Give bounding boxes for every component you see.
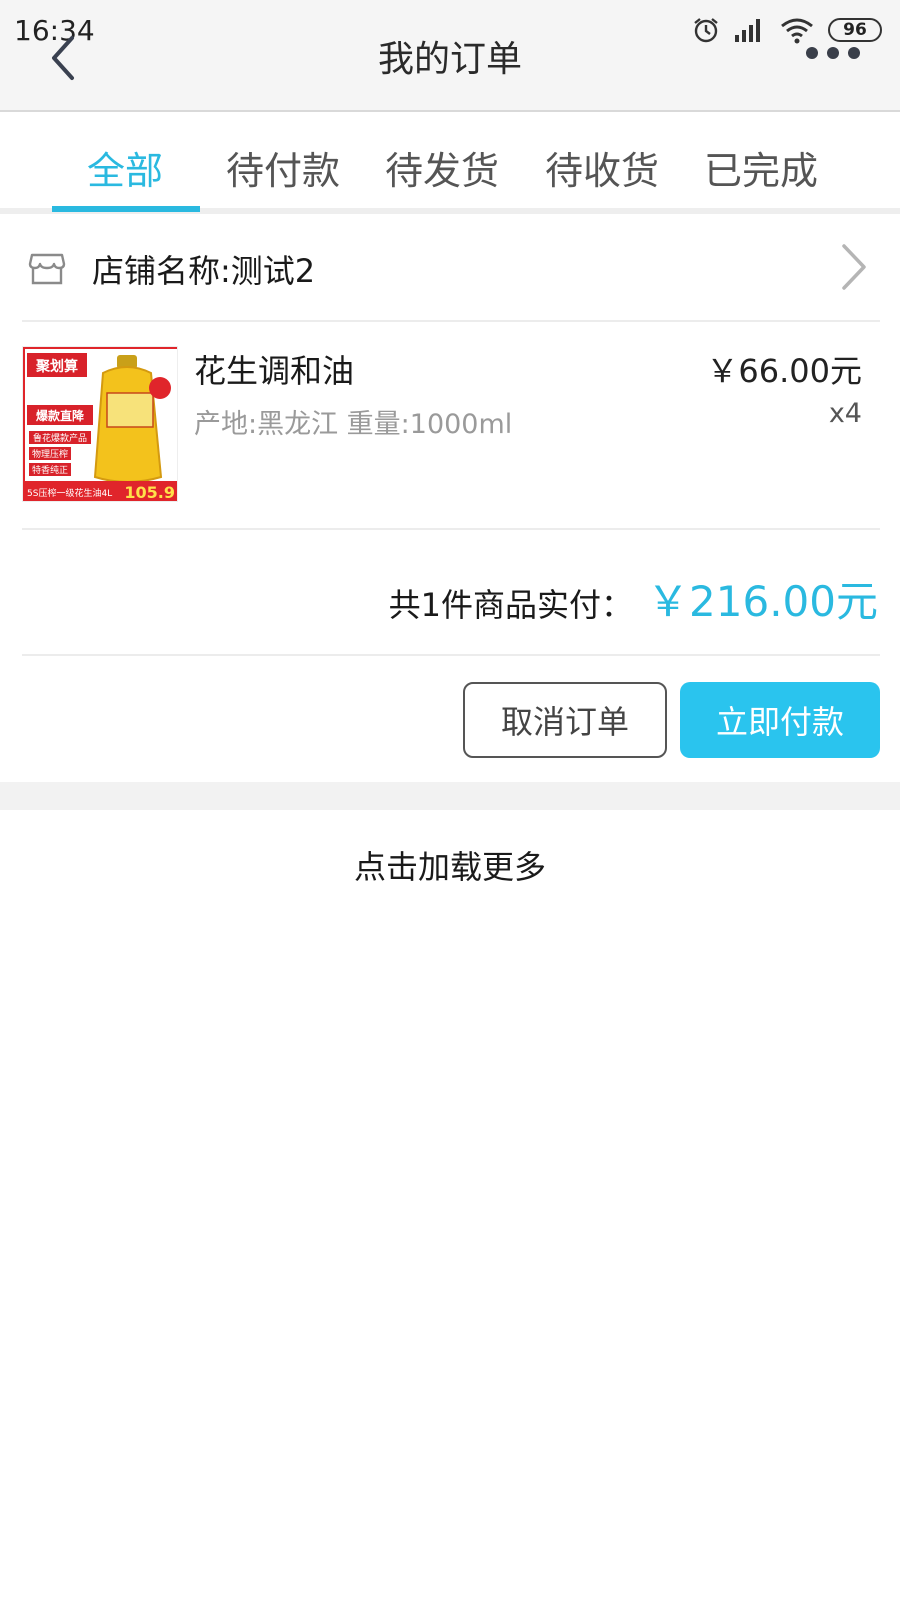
active-tab-indicator <box>52 206 200 212</box>
product-thumbnail[interactable]: 聚划算 爆款直降 鲁花爆款产品 物理压榨 特香纯正 5S压榨一级花生油4L 10… <box>22 346 178 502</box>
product-price: ￥66.00元 <box>706 352 862 390</box>
tab-all[interactable]: 全部 <box>50 140 200 195</box>
tab-pending-shipment[interactable]: 待发货 <box>367 140 517 195</box>
shop-name: 店铺名称:测试2 <box>92 252 316 290</box>
page-title: 我的订单 <box>377 39 522 80</box>
tab-pending-payment[interactable]: 待付款 <box>208 140 358 195</box>
order-status-tabs: 全部 待付款 待发货 待收货 已完成 <box>0 114 900 214</box>
thumb-promo-line1: 鲁花爆款产品 <box>33 432 87 444</box>
product-image: 聚划算 爆款直降 鲁花爆款产品 物理压榨 特香纯正 5S压榨一级花生油4L 10… <box>23 347 177 502</box>
pay-now-button[interactable]: 立即付款 <box>680 682 880 758</box>
app-header: 16:34 96 我的订单 <box>0 0 900 112</box>
thumb-promo-line2: 物理压榨 <box>32 448 68 460</box>
thumb-bottom-text: 5S压榨一级花生油4L <box>27 487 112 499</box>
divider <box>22 528 880 530</box>
more-dots-icon[interactable] <box>806 47 860 59</box>
section-separator <box>0 782 900 810</box>
thumb-price-tag: 105.9 <box>124 483 175 502</box>
divider <box>22 654 880 656</box>
total-amount: ￥216.00元 <box>647 577 878 626</box>
product-quantity: x4 <box>828 398 862 429</box>
divider <box>22 320 880 322</box>
chevron-right-icon[interactable] <box>840 242 868 292</box>
thumb-promo-title: 爆款直降 <box>36 408 85 423</box>
product-name[interactable]: 花生调和油 <box>194 346 354 392</box>
tab-completed[interactable]: 已完成 <box>686 140 836 195</box>
order-total-row: 共1件商品实付： ￥216.00元 <box>389 568 878 629</box>
cancel-order-button[interactable]: 取消订单 <box>463 682 667 758</box>
shop-header-row[interactable]: 店铺名称:测试2 <box>0 222 900 320</box>
thumb-promo-line3: 特香纯正 <box>32 464 68 476</box>
store-icon <box>28 253 66 285</box>
total-label: 共1件商品实付： <box>388 586 634 624</box>
thumb-brand-banner: 聚划算 <box>35 358 78 375</box>
load-more-button[interactable]: 点击加载更多 <box>0 842 900 888</box>
tab-pending-receipt[interactable]: 待收货 <box>527 140 677 195</box>
product-spec: 产地:黑龙江 重量:1000ml <box>194 409 513 440</box>
